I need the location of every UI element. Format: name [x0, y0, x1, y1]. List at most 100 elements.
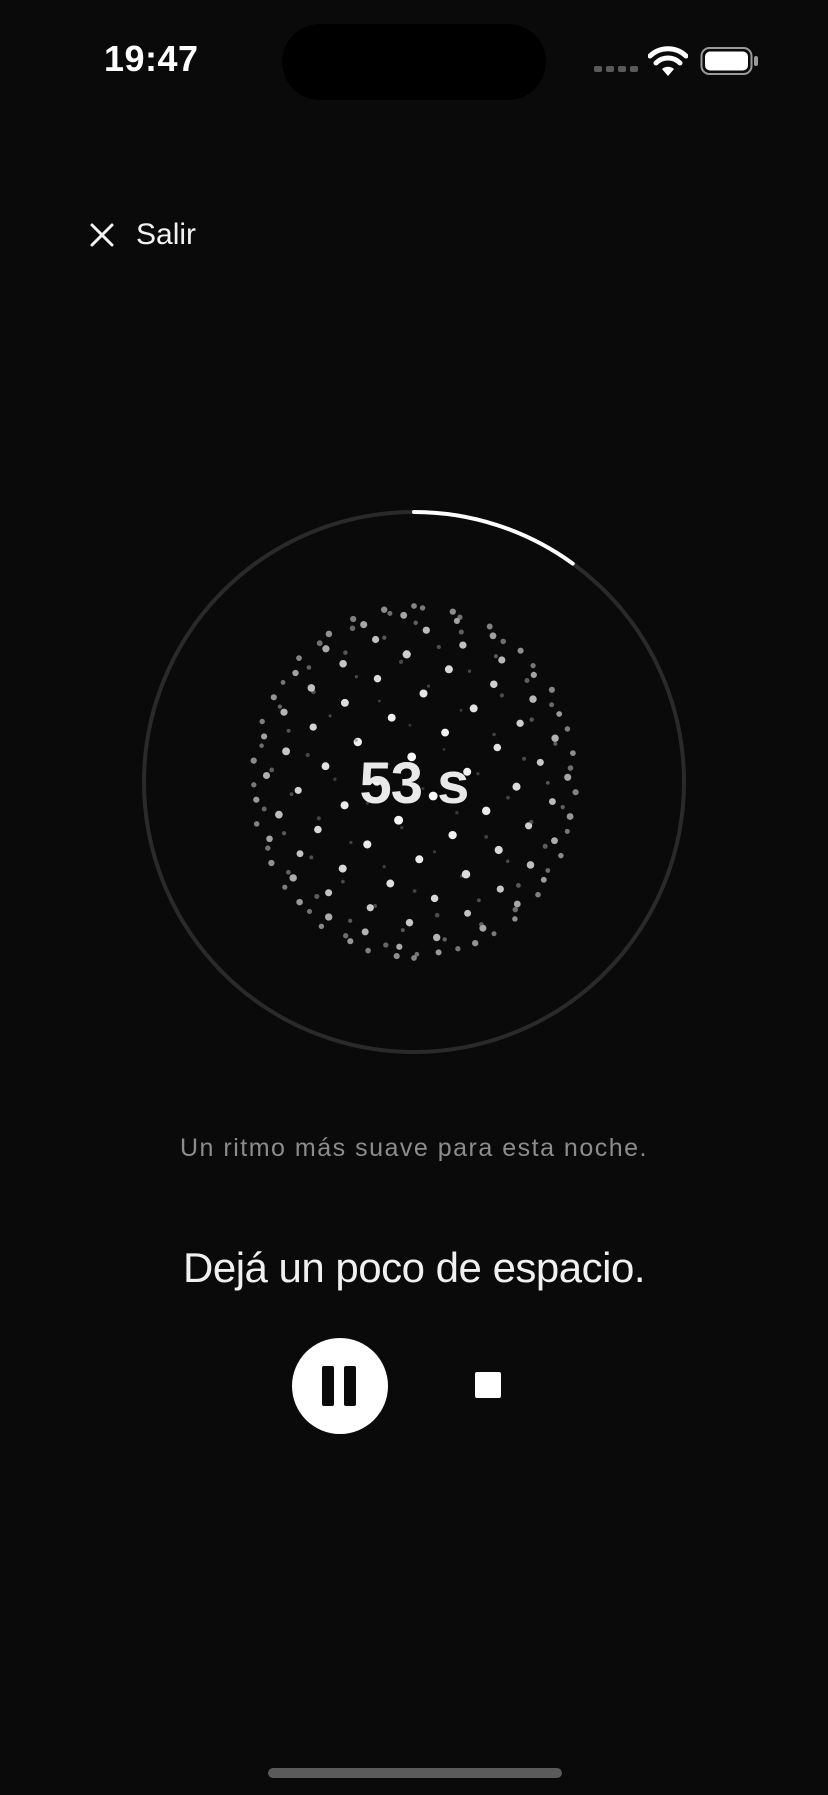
particle-dot [314, 825, 322, 834]
exit-button[interactable]: Salir [86, 210, 196, 260]
particle-dot [318, 923, 325, 930]
particle-dot [491, 931, 497, 937]
particle-dot [354, 738, 358, 742]
particle-dot [338, 864, 347, 873]
particle-dot [459, 641, 467, 649]
particle-dot [479, 922, 484, 927]
particle-dot [436, 644, 441, 650]
particle-dot [361, 928, 369, 936]
particle-dot [430, 894, 439, 903]
particle-dot [553, 741, 558, 746]
particle-dot [360, 621, 368, 629]
cellular-signal-icon [594, 66, 638, 72]
particle-dot [328, 714, 332, 718]
particle-dot [530, 662, 536, 669]
particle-dot [383, 942, 389, 948]
particle-dot [524, 677, 530, 684]
particle-dot [296, 898, 303, 906]
particle-dot [413, 620, 418, 626]
particle-dot [296, 655, 302, 661]
particle-dot [289, 874, 297, 882]
particle-dot [411, 603, 417, 609]
wifi-icon [648, 46, 688, 76]
particle-dot [266, 835, 273, 843]
particle-dot [350, 615, 357, 623]
particle-dot [442, 937, 447, 942]
particle-dot [286, 869, 291, 875]
particle-dot [347, 938, 354, 945]
session-prompt: Dejá un poco de espacio. [183, 1244, 646, 1291]
particle-dot [393, 953, 400, 960]
particle-dot [516, 883, 521, 888]
particle-dot [402, 650, 411, 659]
particle-dot [366, 904, 374, 912]
particle-dot [372, 635, 380, 644]
particle-dot [341, 879, 345, 884]
particle-dot [542, 843, 548, 849]
particle-dot [378, 699, 381, 703]
particle-dot [400, 928, 405, 933]
particle-dot [354, 675, 359, 679]
particle-dot [309, 855, 314, 860]
particle-dot [261, 733, 268, 740]
timer-ring: 53 s [138, 506, 690, 1058]
particle-dot [325, 913, 333, 921]
session-subtitle: Un ritmo más suave para esta noche. [180, 1134, 648, 1162]
particle-dot [398, 659, 404, 665]
particle-dot [467, 669, 472, 673]
particle-dot [309, 723, 317, 731]
pause-button[interactable] [292, 1338, 388, 1434]
particle-dot [277, 704, 283, 709]
particle-dot [281, 831, 287, 836]
particle-dot [464, 909, 472, 917]
particle-dot [529, 819, 534, 825]
particle-dot [469, 704, 478, 713]
particle-dot [265, 845, 271, 851]
particle-dot [381, 606, 388, 613]
particle-dot [286, 728, 291, 733]
particle-dot [419, 689, 428, 698]
particle-dot [444, 665, 453, 674]
timer-value: 53 s [359, 751, 470, 816]
particle-dot [551, 734, 559, 742]
particle-dot [433, 933, 441, 942]
particle-dot [434, 912, 440, 918]
particle-dot [386, 879, 395, 888]
particle-dot [493, 654, 498, 659]
stop-button[interactable] [458, 1346, 538, 1426]
particle-dot [432, 850, 437, 854]
particle-dot [448, 830, 457, 840]
particle-dot [530, 671, 537, 679]
particle-dot [348, 918, 353, 923]
particle-dot [325, 630, 333, 638]
particle-dot [296, 850, 304, 858]
particle-dot [459, 708, 463, 712]
particle-dot [363, 840, 372, 849]
particle-dot [461, 869, 471, 879]
particle-dot [498, 656, 506, 664]
particle-dot [306, 665, 312, 670]
particle-dot [500, 638, 506, 645]
particle-dot [496, 885, 504, 893]
particle-dot [490, 680, 498, 688]
particle-dot [564, 828, 570, 834]
particle-dot [540, 876, 547, 883]
particle-dot [292, 669, 299, 677]
particle-dot [545, 868, 551, 873]
particle-dot [408, 723, 412, 727]
particle-dot [325, 889, 333, 897]
particle-dot [564, 726, 571, 732]
pause-icon [322, 1366, 358, 1406]
particle-dot [340, 698, 349, 707]
particle-dot [529, 695, 537, 703]
particle-dot [365, 947, 371, 954]
particle-dot [268, 859, 275, 867]
particle-dot [558, 852, 564, 859]
particle-dot [373, 903, 378, 908]
particle-dot [419, 605, 426, 611]
particle-dot [517, 647, 524, 654]
exit-label: Salir [136, 218, 197, 251]
close-icon [90, 223, 114, 247]
particle-dot [426, 684, 431, 688]
particle-dot [259, 743, 264, 748]
